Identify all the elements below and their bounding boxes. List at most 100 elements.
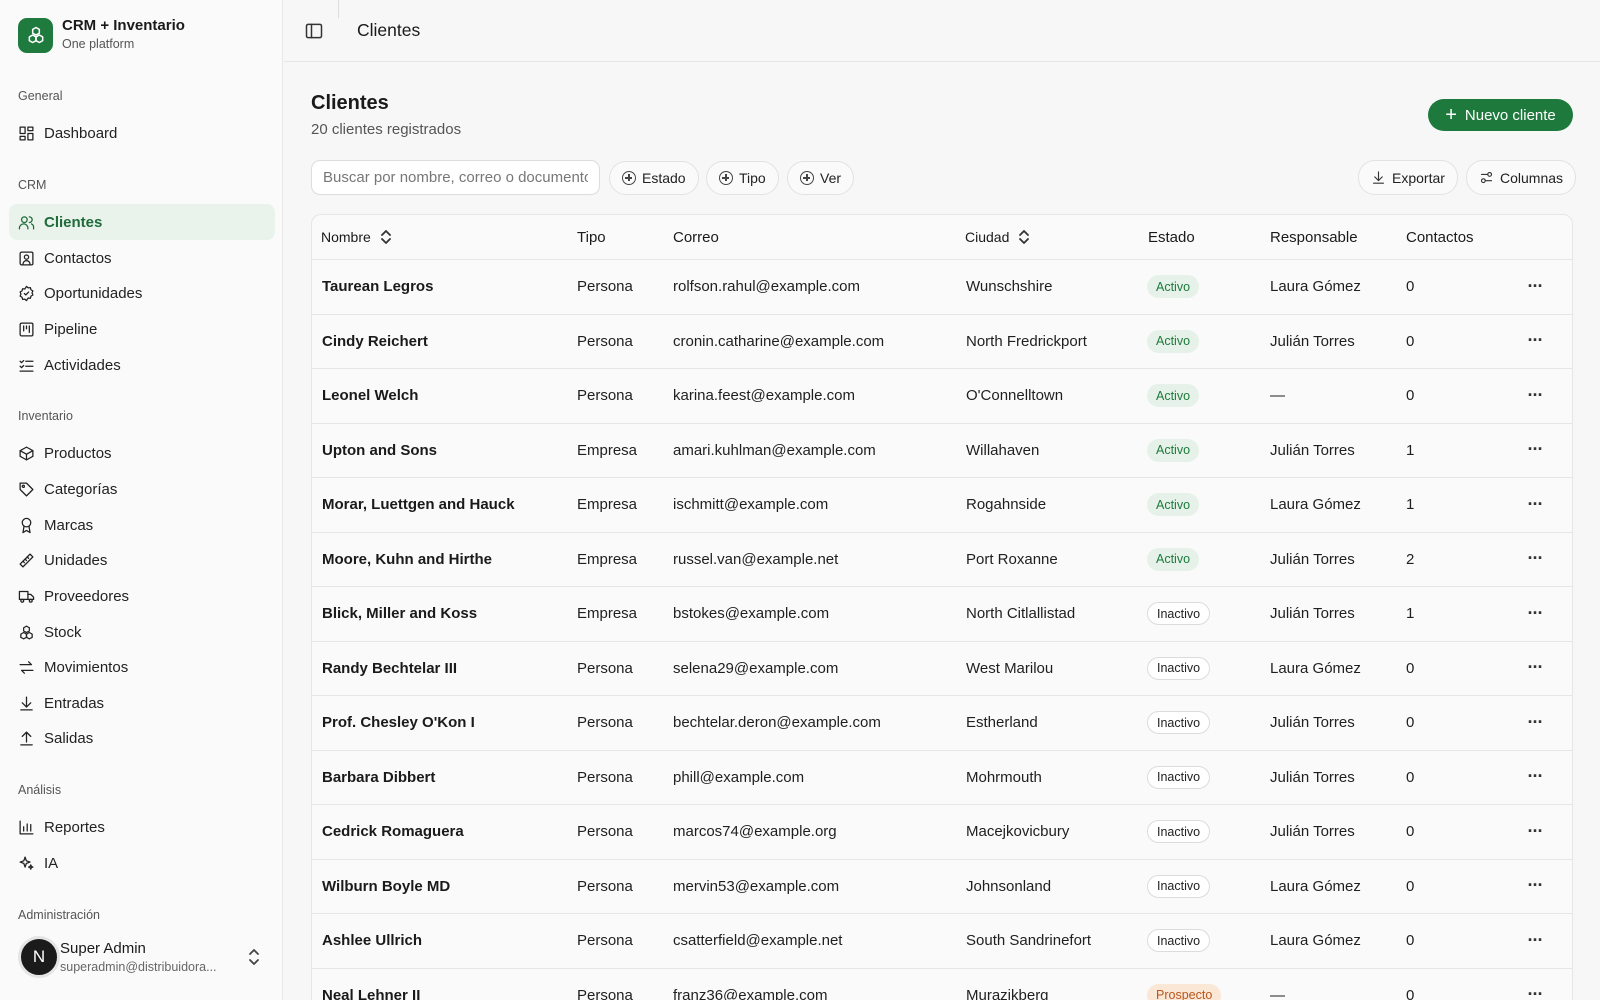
- cell-contactos: 0: [1406, 932, 1415, 949]
- table-row[interactable]: Blick, Miller and Koss Empresa bstokes@exa…: [312, 587, 1572, 642]
- contact-icon: [18, 250, 35, 267]
- user-menu[interactable]: N Super Admin superadmin@distribuidora..…: [18, 936, 268, 978]
- sidebar-item-proveedores[interactable]: Proveedores: [9, 578, 275, 614]
- sidebar-item-productos[interactable]: Productos: [9, 435, 275, 471]
- status-badge: Activo: [1147, 275, 1200, 298]
- sidebar-item-entradas[interactable]: Entradas: [9, 685, 275, 721]
- cell-nombre: Ashlee Ullrich: [322, 932, 423, 949]
- row-actions-icon[interactable]: ···: [1525, 766, 1545, 787]
- filter-label: Ver: [820, 170, 842, 186]
- cell-correo: mervin53@example.com: [673, 877, 840, 895]
- nav-section-administracion: Administración: [18, 908, 100, 922]
- table-row[interactable]: Randy Bechtelar III Persona selena29@examp…: [312, 642, 1572, 696]
- sidebar-item-stock[interactable]: Stock: [9, 614, 275, 650]
- table-row[interactable]: Prof. Chesley O'Kon I Persona bechtelar.de…: [312, 696, 1572, 751]
- avatar: N: [18, 936, 60, 978]
- table-row[interactable]: Neal Lehner II Persona franz36@example.com…: [312, 969, 1572, 1000]
- filter-estado-button[interactable]: Estado: [609, 161, 699, 195]
- download-icon: [18, 695, 35, 712]
- sidebar-item-ia[interactable]: IA: [9, 845, 275, 881]
- cell-correo: ischmitt@example.com: [673, 496, 829, 513]
- row-actions-icon[interactable]: ···: [1525, 330, 1545, 351]
- filter-ver-button[interactable]: Ver: [787, 161, 855, 195]
- brand[interactable]: CRM + Inventario One platform: [18, 17, 185, 53]
- table-row[interactable]: Taurean Legros Persona rolfson.rahul@examp…: [312, 260, 1572, 315]
- columns-button[interactable]: Columnas: [1466, 160, 1577, 195]
- page-breadcrumb: Clientes: [357, 20, 421, 40]
- sidebar-item-unidades[interactable]: Unidades: [9, 542, 275, 578]
- cell-ciudad: Murazikberg: [966, 986, 1049, 1000]
- table-row[interactable]: Moore, Kuhn and Hirthe Empresa russel.van@…: [312, 533, 1572, 587]
- settings-sliders-icon: [1480, 171, 1493, 184]
- cell-responsable: Julián Torres: [1270, 441, 1355, 459]
- nav-section-general: General: [18, 89, 63, 103]
- column-header-ciudad[interactable]: Ciudad: [965, 229, 1030, 245]
- sidebar-item-clientes[interactable]: Clientes: [9, 204, 275, 240]
- cell-correo: phill@example.com: [673, 768, 805, 786]
- row-actions-icon[interactable]: ···: [1525, 821, 1545, 841]
- search-input[interactable]: [311, 160, 600, 195]
- table-row[interactable]: Cedrick Romaguera Persona marcos74@example…: [312, 805, 1572, 860]
- clients-table: Nombre Tipo Correo Ciudad Estado Respons…: [311, 214, 1573, 1000]
- row-actions-icon[interactable]: ···: [1525, 712, 1545, 732]
- brand-logo-icon: [18, 17, 53, 53]
- nav-section-inventario: Inventario: [18, 409, 73, 423]
- table-row[interactable]: Leonel Welch Persona karina.feest@example.…: [312, 369, 1572, 424]
- table-row[interactable]: Barbara Dibbert Persona phill@example.com M…: [312, 751, 1572, 805]
- sidebar-item-actividades[interactable]: Actividades: [9, 347, 275, 383]
- status-badge: Activo: [1147, 547, 1200, 571]
- sidebar-item-label: Reportes: [44, 818, 105, 836]
- sidebar-item-marcas[interactable]: Marcas: [9, 507, 275, 543]
- row-actions-icon[interactable]: ···: [1525, 930, 1545, 950]
- sidebar-item-movimientos[interactable]: Movimientos: [9, 649, 275, 685]
- cell-responsable: —: [1270, 387, 1285, 404]
- filter-tipo-button[interactable]: Tipo: [706, 161, 779, 195]
- row-actions-icon[interactable]: ···: [1525, 439, 1545, 460]
- new-client-button[interactable]: + Nuevo cliente: [1428, 99, 1573, 131]
- sidebar-item-reportes[interactable]: Reportes: [9, 809, 275, 845]
- topbar-divider: [338, 0, 339, 18]
- table-row[interactable]: Upton and Sons Empresa amari.kuhlman@examp…: [312, 424, 1572, 478]
- table-row[interactable]: Ashlee Ullrich Persona csatterfield@exampl…: [312, 914, 1572, 969]
- sidebar-item-label: Clientes: [44, 213, 103, 231]
- sidebar-item-contactos[interactable]: Contactos: [9, 240, 275, 276]
- row-actions-icon[interactable]: ···: [1525, 494, 1545, 514]
- row-actions-icon[interactable]: ···: [1525, 984, 1545, 1000]
- status-badge: Inactivo: [1147, 820, 1211, 843]
- sidebar-item-label: Movimientos: [44, 658, 129, 676]
- cell-responsable: Julián Torres: [1270, 768, 1355, 786]
- cell-nombre: Leonel Welch: [322, 387, 419, 404]
- cell-tipo: Persona: [577, 332, 633, 350]
- table-row[interactable]: Wilburn Boyle MD Persona mervin53@example.…: [312, 860, 1572, 914]
- cell-tipo: Persona: [577, 823, 633, 840]
- cell-correo: cronin.catharine@example.com: [673, 332, 885, 350]
- cell-contactos: 0: [1406, 986, 1415, 1000]
- sidebar-item-label: Stock: [44, 623, 82, 641]
- sort-icon: [380, 229, 391, 245]
- status-badge: Prospecto: [1147, 983, 1222, 1000]
- column-header-nombre[interactable]: Nombre: [321, 229, 391, 245]
- row-actions-icon[interactable]: ···: [1525, 657, 1545, 678]
- cell-contactos: 0: [1406, 823, 1415, 840]
- table-row[interactable]: Cindy Reichert Persona cronin.catharine@ex…: [312, 315, 1572, 369]
- sidebar-item-dashboard[interactable]: Dashboard: [9, 115, 275, 151]
- cell-tipo: Persona: [577, 278, 633, 295]
- table-row[interactable]: Morar, Luettgen and Hauck Empresa ischmitt…: [312, 478, 1572, 533]
- cell-correo: selena29@example.com: [673, 659, 839, 677]
- sidebar-item-categorias[interactable]: Categorías: [9, 471, 275, 507]
- sidebar-item-oportunidades[interactable]: Oportunidades: [9, 275, 275, 311]
- sidebar-item-salidas[interactable]: Salidas: [9, 720, 275, 756]
- row-actions-icon[interactable]: ···: [1525, 276, 1545, 296]
- row-actions-icon[interactable]: ···: [1525, 548, 1545, 569]
- row-actions-icon[interactable]: ···: [1525, 875, 1545, 896]
- status-badge: Inactivo: [1147, 711, 1211, 734]
- row-actions-icon[interactable]: ···: [1525, 603, 1545, 623]
- row-actions-icon[interactable]: ···: [1525, 385, 1545, 405]
- sidebar-item-label: Proveedores: [44, 587, 130, 605]
- sidebar-toggle-icon[interactable]: [304, 21, 324, 41]
- sidebar-item-pipeline[interactable]: Pipeline: [9, 311, 275, 347]
- cell-correo: csatterfield@example.net: [673, 932, 843, 949]
- chevrons-up-down-icon: [247, 948, 261, 966]
- cell-tipo: Empresa: [577, 496, 638, 513]
- export-button[interactable]: Exportar: [1358, 160, 1458, 195]
